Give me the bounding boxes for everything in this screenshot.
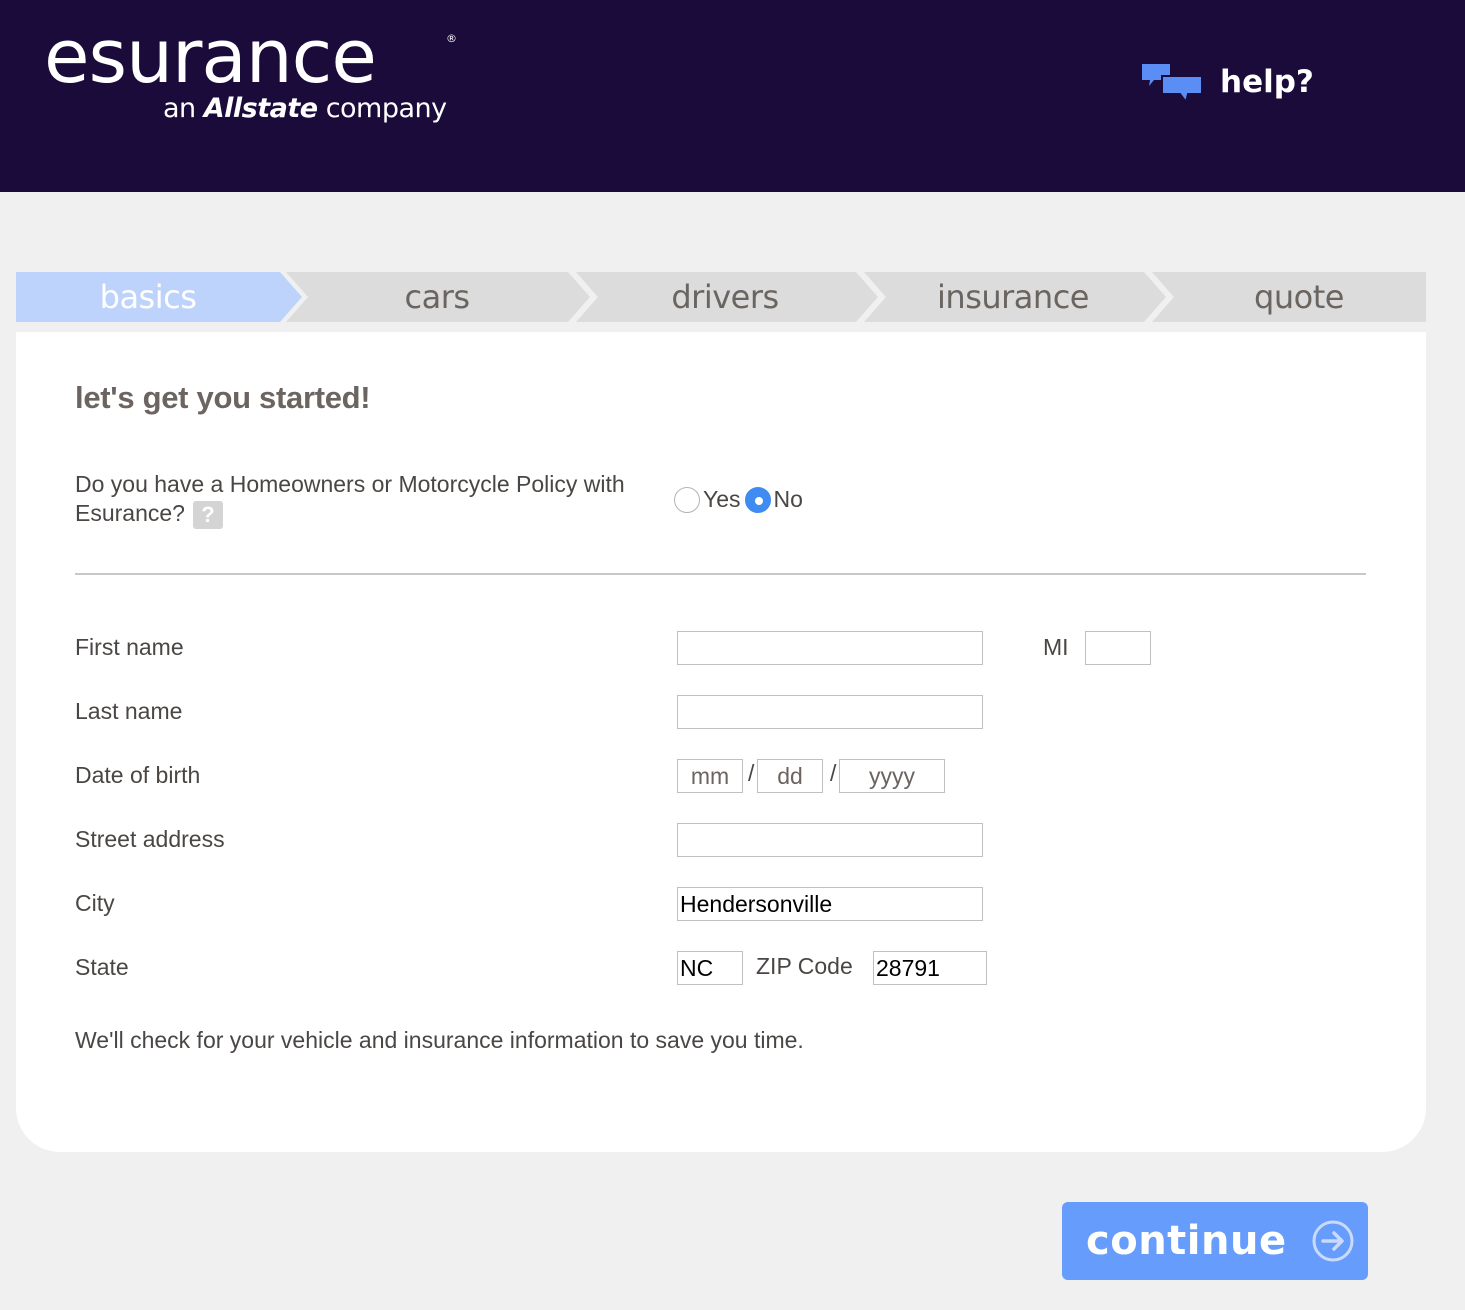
city-input[interactable] bbox=[677, 887, 983, 921]
info-note: We'll check for your vehicle and insuran… bbox=[75, 1027, 804, 1053]
street-address-label: Street address bbox=[75, 826, 225, 852]
policy-radio-group: Yes No bbox=[674, 486, 807, 513]
dob-day-input[interactable] bbox=[757, 759, 823, 793]
state-label: State bbox=[75, 954, 129, 980]
zip-input[interactable] bbox=[873, 951, 987, 985]
step-basics[interactable]: basics bbox=[16, 272, 280, 322]
help-link[interactable]: help? bbox=[1140, 60, 1314, 105]
tagline-prefix: an bbox=[163, 93, 196, 124]
radio-yes[interactable] bbox=[674, 486, 700, 513]
page-title: let's get you started! bbox=[75, 380, 371, 415]
progress-steps: basics cars drivers insurance quote bbox=[16, 272, 1426, 322]
section-divider bbox=[75, 573, 1366, 575]
dob-separator: / bbox=[830, 760, 837, 786]
site-header: esurance ® an Allstate company help? bbox=[0, 0, 1465, 192]
step-cars[interactable]: cars bbox=[302, 272, 572, 322]
mi-input[interactable] bbox=[1085, 631, 1151, 665]
arrow-right-circle-icon bbox=[1311, 1219, 1355, 1263]
tagline-suffix: company bbox=[325, 93, 447, 124]
dob-year-input[interactable] bbox=[839, 759, 945, 793]
last-name-input[interactable] bbox=[677, 695, 983, 729]
zip-label: ZIP Code bbox=[756, 953, 853, 979]
policy-question-text: Do you have a Homeowners or Motorcycle P… bbox=[75, 471, 625, 526]
city-label: City bbox=[75, 890, 115, 916]
dob-label: Date of birth bbox=[75, 762, 201, 788]
step-drivers[interactable]: drivers bbox=[590, 272, 860, 322]
logo-tagline: an Allstate company bbox=[163, 93, 447, 124]
question-help-icon[interactable]: ? bbox=[192, 500, 223, 529]
step-insurance[interactable]: insurance bbox=[878, 272, 1148, 322]
continue-label: continue bbox=[1086, 1218, 1287, 1264]
chat-bubbles-icon bbox=[1140, 60, 1204, 105]
mi-label: MI bbox=[1043, 634, 1069, 660]
help-label[interactable]: help? bbox=[1220, 64, 1314, 100]
street-address-input[interactable] bbox=[677, 823, 983, 857]
radio-yes-label[interactable]: Yes bbox=[703, 486, 741, 513]
first-name-label: First name bbox=[75, 634, 184, 660]
registered-mark: ® bbox=[446, 32, 457, 45]
radio-no[interactable] bbox=[744, 486, 771, 513]
tagline-brand: Allstate bbox=[203, 93, 318, 124]
last-name-label: Last name bbox=[75, 698, 183, 724]
dob-separator: / bbox=[748, 760, 755, 786]
first-name-input[interactable] bbox=[677, 631, 983, 665]
esurance-logo[interactable]: esurance bbox=[44, 12, 377, 102]
dob-month-input[interactable] bbox=[677, 759, 743, 793]
radio-no-label[interactable]: No bbox=[774, 486, 803, 513]
state-input[interactable] bbox=[677, 951, 743, 985]
step-quote[interactable]: quote bbox=[1166, 272, 1432, 322]
continue-button[interactable]: continue bbox=[1062, 1202, 1368, 1280]
policy-question: Do you have a Homeowners or Motorcycle P… bbox=[75, 470, 635, 529]
